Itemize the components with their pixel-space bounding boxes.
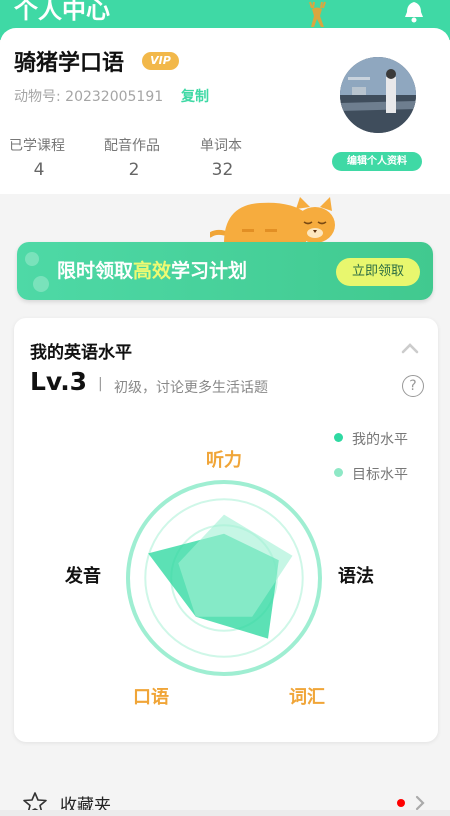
axis-label-vocabulary: 词汇 (289, 687, 325, 708)
bell-icon[interactable] (400, 0, 428, 24)
animal-id: 动物号: 20232005191 (14, 89, 164, 105)
stat-value-dubbing: 2 (128, 160, 140, 180)
sleeping-cat-icon (210, 197, 335, 243)
bottom-divider (0, 810, 450, 816)
legend-dot-mine (334, 433, 343, 442)
stat-label-wordbook[interactable]: 单词本 (200, 135, 242, 155)
stat-value-wordbook: 32 (211, 160, 234, 180)
banner-bubble (25, 252, 39, 266)
level-value: Lv.3 (30, 367, 88, 396)
stat-label-dubbing[interactable]: 配音作品 (104, 135, 160, 155)
help-icon[interactable]: ? (402, 375, 424, 397)
axis-label-listening: 听力 (206, 450, 242, 471)
stat-label-courses[interactable]: 已学课程 (9, 135, 65, 155)
avatar[interactable] (340, 57, 416, 133)
username: 骑猪学口语 (14, 51, 125, 76)
level-card-title: 我的英语水平 (30, 343, 132, 363)
chevron-up-icon[interactable] (400, 340, 420, 356)
notification-dot (397, 799, 405, 807)
legend-label-mine: 我的水平 (352, 432, 408, 448)
level-separator: | (98, 376, 103, 392)
axis-label-speaking: 口语 (133, 687, 169, 708)
legend-dot-target (334, 468, 343, 477)
edit-profile-button[interactable]: 编辑个人资料 (332, 152, 422, 171)
banner-text: 限时领取高效学习计划 (57, 260, 248, 282)
legend-label-target: 目标水平 (352, 467, 408, 483)
page-title: 个人中心 (14, 0, 110, 24)
axis-label-grammar: 语法 (338, 566, 374, 587)
avatar-photo (340, 57, 416, 133)
axis-label-pronunciation: 发音 (65, 566, 101, 587)
copy-button[interactable]: 复制 (181, 86, 209, 106)
stat-value-courses: 4 (33, 160, 45, 180)
claim-now-button[interactable]: 立即领取 (336, 258, 420, 286)
study-plan-banner[interactable]: 限时领取高效学习计划 立即领取 (17, 242, 433, 300)
level-description: 初级，讨论更多生活话题 (114, 380, 268, 396)
banner-bubble (33, 276, 49, 292)
deer-icon (309, 1, 326, 27)
vip-badge: VIP (142, 52, 179, 70)
